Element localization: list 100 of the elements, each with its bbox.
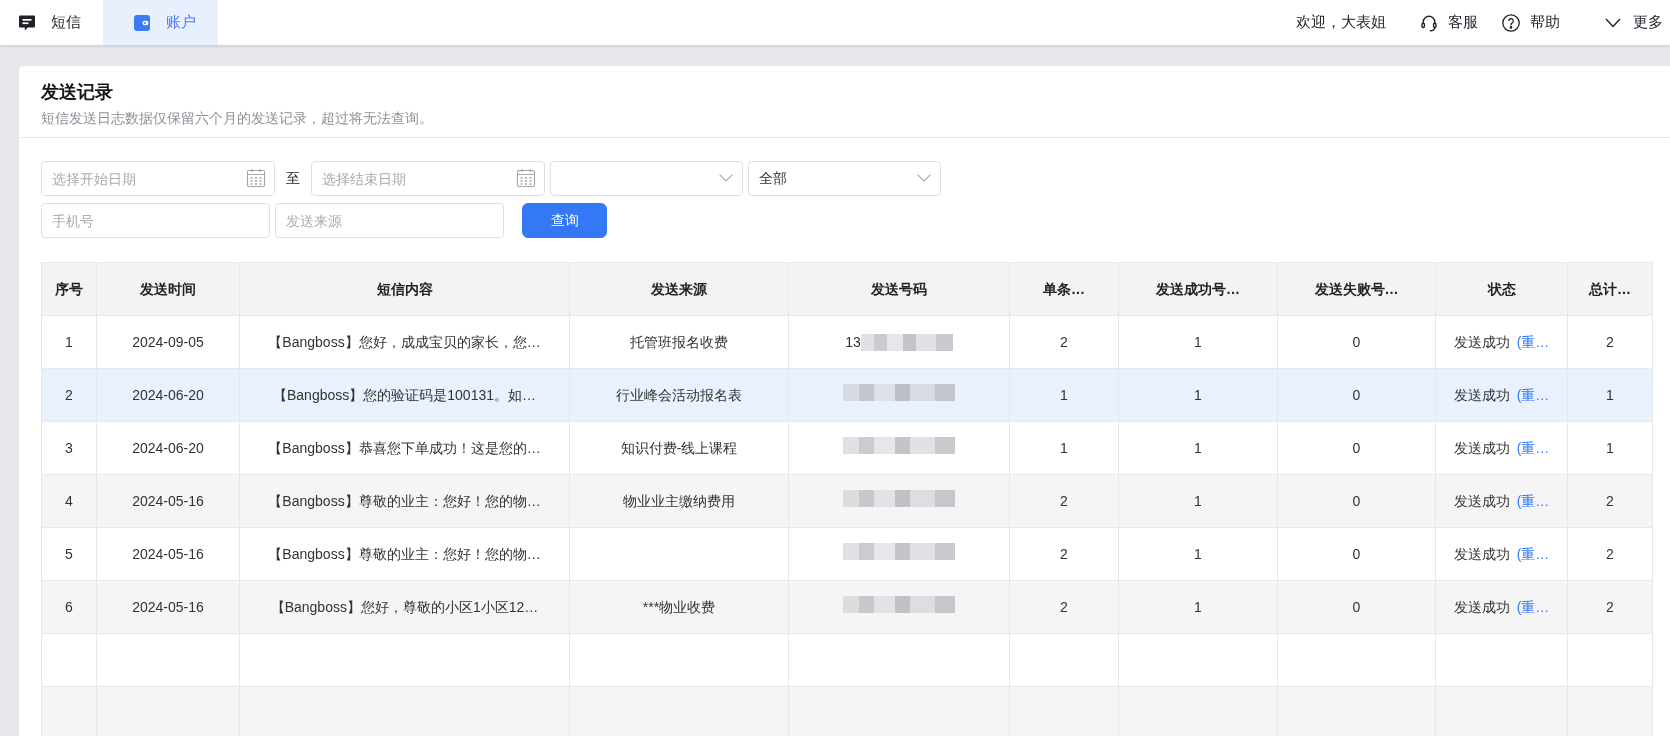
table-cell: 4 [41, 474, 97, 528]
table-cell: 0 [1277, 580, 1436, 634]
table-cell: 【Bangboss】尊敬的业主：您好！您的物… [239, 527, 570, 581]
page-subtitle: 短信发送日志数据仅保留六个月的发送记录，超过将无法查询。 [41, 109, 434, 128]
table-cell: 2 [1567, 474, 1653, 528]
table-cell: 3 [41, 421, 97, 475]
table-cell: 1 [1009, 368, 1119, 422]
date-field[interactable]: 选择开始日期 [41, 161, 275, 196]
table-cell: 0 [1277, 527, 1436, 581]
chevron-down-icon [719, 174, 733, 182]
table-cell: 【Bangboss】您的验证码是100131。如… [239, 368, 570, 422]
column-header: 发送成功号… [1118, 262, 1278, 316]
chevron-down-icon [1605, 17, 1621, 28]
table-cell: 2 [1567, 315, 1653, 369]
input-field[interactable]: 手机号 [41, 203, 270, 238]
more-menu-button[interactable]: 更多 [1605, 11, 1663, 34]
status-text: 发送成功 [1453, 545, 1510, 562]
table-cell: 0 [1277, 421, 1436, 475]
status-text: 发送成功 [1453, 439, 1510, 456]
column-header: 发送失败号… [1277, 262, 1436, 316]
status-text: 发送成功 [1453, 598, 1510, 615]
table-cell: 2024-05-16 [96, 580, 240, 634]
table-cell: 2 [41, 368, 97, 422]
action-link[interactable]: (重… [1516, 439, 1550, 456]
table-cell: 2 [1009, 527, 1119, 581]
table-cell: 2 [1009, 315, 1119, 369]
input-field[interactable]: 发送来源 [275, 203, 504, 238]
help-icon [1502, 13, 1520, 32]
headset-icon [1420, 13, 1438, 32]
table-cell: 2 [1009, 474, 1119, 528]
table-cell: 【Bangboss】尊敬的业主：您好！您的物… [239, 474, 570, 528]
table-cell: 1 [41, 315, 97, 369]
dropdown-field[interactable]: 全部 [748, 161, 941, 196]
table-cell: 1 [1118, 474, 1278, 528]
action-link[interactable]: (重… [1516, 492, 1550, 509]
range-separator-text: 至 [286, 169, 300, 188]
action-link[interactable]: (重… [1516, 386, 1550, 403]
status-text: 发送成功 [1453, 333, 1510, 350]
table-cell: 0 [1277, 474, 1436, 528]
table-cell: 5 [41, 527, 97, 581]
calendar-icon [516, 168, 536, 188]
nav-tab[interactable]: 短信 [0, 0, 103, 45]
action-link[interactable]: (重… [1516, 598, 1550, 615]
table-cell: 6 [41, 580, 97, 634]
column-header: 序号 [41, 262, 97, 316]
table-cell: 【Bangboss】您好，尊敬的小区1小区12… [239, 580, 570, 634]
table-cell: 托管班报名收费 [569, 315, 789, 369]
table-cell: 0 [1277, 368, 1436, 422]
table-cell: 2 [1567, 527, 1653, 581]
column-header: 单条… [1009, 262, 1119, 316]
status-text: 发送成功 [1453, 386, 1510, 403]
table-cell: 行业峰会活动报名表 [569, 368, 789, 422]
table-row[interactable]: 6 2024-05-16 【Bangboss】您好，尊敬的小区1小区12… ***物业收费 2 1 0 发送成功 (重… 2 [41, 580, 1653, 634]
dropdown-field[interactable] [550, 161, 743, 196]
table-cell: 2 [1567, 580, 1653, 634]
table-cell: 1 [1118, 580, 1278, 634]
action-link[interactable]: (重… [1516, 545, 1550, 562]
table-row[interactable]: 1 2024-09-05 【Bangboss】您好，成成宝贝的家长，您… 托管班报名收费 13 2 1 0 发送成功 (重… 2 [41, 315, 1653, 369]
table-cell: 【Bangboss】恭喜您下单成功！这是您的… [239, 421, 570, 475]
column-header: 总计… [1567, 262, 1653, 316]
table-cell: 1 [1118, 527, 1278, 581]
column-header: 发送号码 [788, 262, 1010, 316]
page-title: 发送记录 [41, 81, 114, 104]
date-field[interactable]: 选择结束日期 [311, 161, 545, 196]
table-row[interactable]: 5 2024-05-16 【Bangboss】尊敬的业主：您好！您的物… 2 1 0 发送成功 (重… 2 [41, 527, 1653, 581]
table-cell: 2 [1009, 580, 1119, 634]
nav-tab[interactable]: 账户 [103, 0, 218, 45]
column-header: 短信内容 [239, 262, 570, 316]
column-header: 状态 [1435, 262, 1568, 316]
action-link[interactable]: (重… [1516, 333, 1550, 350]
table-row[interactable]: 3 2024-06-20 【Bangboss】恭喜您下单成功！这是您的… 知识付费-线上课程 1 1 0 发送成功 (重… 1 [41, 421, 1653, 475]
table-cell: 2024-05-16 [96, 474, 240, 528]
phone-number-text: 13 [845, 332, 861, 352]
table-cell: 2024-06-20 [96, 421, 240, 475]
table-cell: 1 [1118, 421, 1278, 475]
table-cell: ***物业收费 [569, 580, 789, 634]
calendar-icon [246, 168, 266, 188]
table-cell: 0 [1277, 315, 1436, 369]
table-cell: 1 [1567, 368, 1653, 422]
table-cell: 2024-06-20 [96, 368, 240, 422]
table-cell: 2024-05-16 [96, 527, 240, 581]
table-cell: 1 [1567, 421, 1653, 475]
table-cell: 2024-09-05 [96, 315, 240, 369]
query-button[interactable]: 查询 [522, 203, 607, 238]
table-cell: 【Bangboss】您好，成成宝贝的家长，您… [239, 315, 570, 369]
table-cell: 知识付费-线上课程 [569, 421, 789, 475]
table-row[interactable]: 4 2024-05-16 【Bangboss】尊敬的业主：您好！您的物… 物业业主缴纳费用 2 1 0 发送成功 (重… 2 [41, 474, 1653, 528]
column-header: 发送时间 [96, 262, 240, 316]
table-row[interactable]: 2 2024-06-20 【Bangboss】您的验证码是100131。如… 行业峰会活动报名表 1 1 0 发送成功 (重… 1 [41, 368, 1653, 422]
column-header: 发送来源 [569, 262, 789, 316]
customer-service-link[interactable]: 客服 [1420, 11, 1478, 34]
table-cell: 1 [1009, 421, 1119, 475]
chevron-down-icon [917, 174, 931, 182]
help-link[interactable]: 帮助 [1502, 11, 1560, 34]
message-icon [18, 13, 36, 32]
table-cell: 1 [1118, 368, 1278, 422]
welcome-text: 欢迎，大表姐 [1296, 12, 1386, 33]
wallet-icon [133, 13, 151, 32]
status-text: 发送成功 [1453, 492, 1510, 509]
table-cell: 物业业主缴纳费用 [569, 474, 789, 528]
